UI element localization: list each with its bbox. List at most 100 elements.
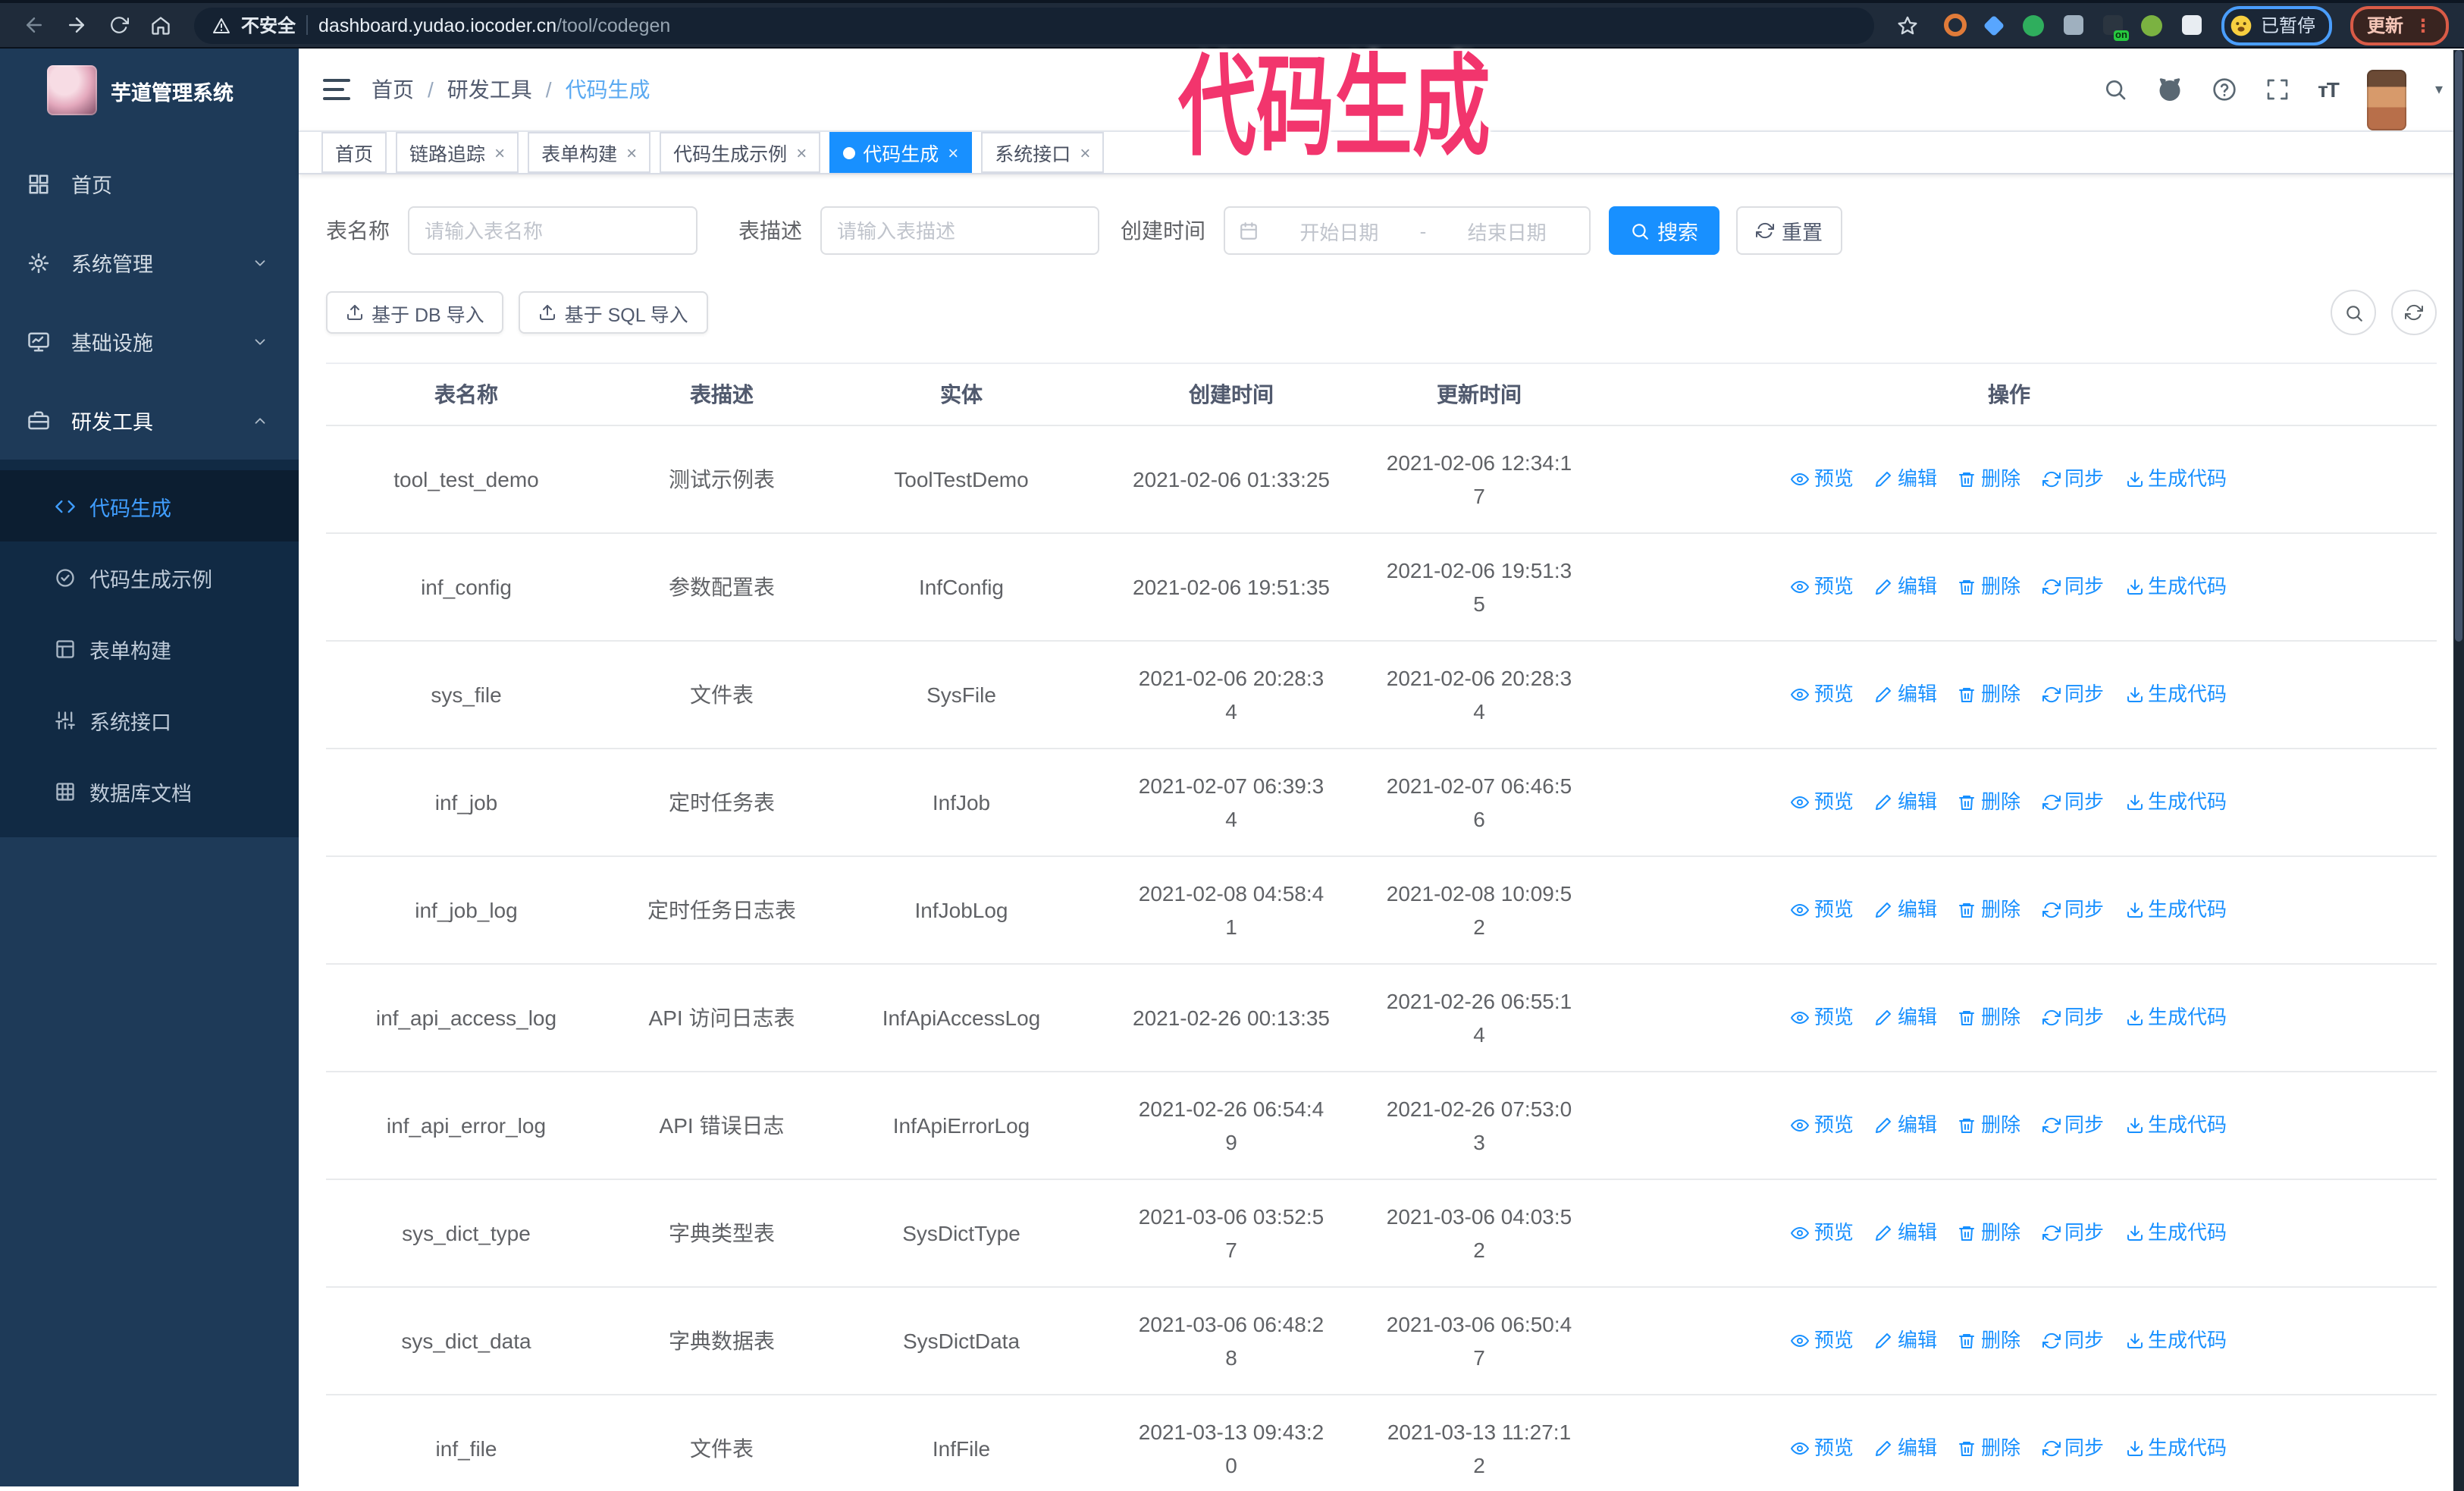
github-icon[interactable] (2155, 76, 2183, 103)
sidebar-item-研发工具[interactable]: 研发工具 (0, 381, 299, 460)
sidebar-subitem-表单构建[interactable]: 表单构建 (0, 613, 299, 684)
tab-close-icon[interactable]: × (796, 142, 807, 163)
sidebar-subitem-代码生成[interactable]: 代码生成 (0, 470, 299, 541)
action-生成代码-link[interactable]: 生成代码 (2125, 1323, 2227, 1357)
sidebar-subitem-数据库文档[interactable]: 数据库文档 (0, 755, 299, 827)
action-预览-link[interactable]: 预览 (1791, 1108, 1854, 1141)
action-预览-link[interactable]: 预览 (1791, 1323, 1854, 1357)
browser-reload-icon[interactable] (100, 7, 136, 43)
date-range-picker[interactable]: 开始日期 - 结束日期 (1224, 206, 1591, 255)
extension-puzzle-icon[interactable] (2180, 14, 2203, 36)
action-删除-link[interactable]: 删除 (1958, 893, 2020, 926)
tab-close-icon[interactable]: × (948, 142, 958, 163)
action-生成代码-link[interactable]: 生成代码 (2125, 785, 2227, 818)
action-预览-link[interactable]: 预览 (1791, 893, 1854, 926)
action-生成代码-link[interactable]: 生成代码 (2125, 893, 2227, 926)
bookmark-star-icon[interactable] (1889, 7, 1926, 43)
action-生成代码-link[interactable]: 生成代码 (2125, 462, 2227, 495)
sidebar-subitem-系统接口[interactable]: 系统接口 (0, 684, 299, 755)
help-icon[interactable] (2212, 77, 2236, 102)
search-button[interactable]: 搜索 (1609, 206, 1719, 255)
action-编辑-link[interactable]: 编辑 (1875, 785, 1937, 818)
action-同步-link[interactable]: 同步 (2042, 1108, 2104, 1141)
action-编辑-link[interactable]: 编辑 (1875, 570, 1937, 603)
tab-链路追踪[interactable]: 链路追踪 × (396, 132, 519, 173)
import-sql-button[interactable]: 基于 SQL 导入 (519, 291, 708, 334)
font-size-icon[interactable]: ᴛT (2318, 77, 2340, 102)
table-name-input[interactable] (408, 206, 698, 255)
action-生成代码-link[interactable]: 生成代码 (2125, 1108, 2227, 1141)
tab-首页[interactable]: 首页 (321, 132, 387, 173)
sidebar-item-首页[interactable]: 首页 (0, 144, 299, 223)
action-删除-link[interactable]: 删除 (1958, 462, 2020, 495)
action-同步-link[interactable]: 同步 (2042, 1323, 2104, 1357)
action-生成代码-link[interactable]: 生成代码 (2125, 1000, 2227, 1034)
extension-orange-ring-icon[interactable] (1943, 14, 1967, 36)
tab-close-icon[interactable]: × (494, 142, 505, 163)
action-编辑-link[interactable]: 编辑 (1875, 1216, 1937, 1249)
action-生成代码-link[interactable]: 生成代码 (2125, 1216, 2227, 1249)
browser-profile-chip[interactable]: 已暂停 (2221, 5, 2332, 45)
action-编辑-link[interactable]: 编辑 (1875, 1000, 1937, 1034)
action-同步-link[interactable]: 同步 (2042, 893, 2104, 926)
browser-forward-icon[interactable] (58, 7, 94, 43)
action-删除-link[interactable]: 删除 (1958, 1323, 2020, 1357)
action-预览-link[interactable]: 预览 (1791, 570, 1854, 603)
action-同步-link[interactable]: 同步 (2042, 462, 2104, 495)
sidebar-logo-row[interactable]: 芋道管理系统 (0, 49, 299, 130)
action-编辑-link[interactable]: 编辑 (1875, 677, 1937, 711)
refresh-table-button[interactable] (2391, 290, 2437, 335)
breadcrumb-devtools[interactable]: 研发工具 (447, 74, 532, 105)
page-scrollbar[interactable] (2453, 50, 2464, 1491)
action-删除-link[interactable]: 删除 (1958, 570, 2020, 603)
show-search-toggle-button[interactable] (2331, 290, 2376, 335)
action-预览-link[interactable]: 预览 (1791, 1000, 1854, 1034)
fullscreen-icon[interactable] (2265, 77, 2289, 102)
action-预览-link[interactable]: 预览 (1791, 1431, 1854, 1464)
browser-menu-dots-icon[interactable]: ⋮ (2414, 14, 2432, 36)
action-编辑-link[interactable]: 编辑 (1875, 1431, 1937, 1464)
extension-green-bot-icon[interactable] (2141, 14, 2164, 36)
action-同步-link[interactable]: 同步 (2042, 785, 2104, 818)
action-预览-link[interactable]: 预览 (1791, 785, 1854, 818)
action-编辑-link[interactable]: 编辑 (1875, 1323, 1937, 1357)
action-同步-link[interactable]: 同步 (2042, 1216, 2104, 1249)
avatar-caret-down-icon[interactable]: ▾ (2435, 81, 2443, 98)
action-删除-link[interactable]: 删除 (1958, 677, 2020, 711)
tab-代码生成示例[interactable]: 代码生成示例 × (660, 132, 821, 173)
sidebar-item-基础设施[interactable]: 基础设施 (0, 302, 299, 381)
header-search-icon[interactable] (2102, 77, 2127, 102)
action-预览-link[interactable]: 预览 (1791, 677, 1854, 711)
action-删除-link[interactable]: 删除 (1958, 1108, 2020, 1141)
action-生成代码-link[interactable]: 生成代码 (2125, 1431, 2227, 1464)
extension-dark-on-icon[interactable]: on (2102, 14, 2129, 41)
action-编辑-link[interactable]: 编辑 (1875, 893, 1937, 926)
action-预览-link[interactable]: 预览 (1791, 1216, 1854, 1249)
action-删除-link[interactable]: 删除 (1958, 1000, 2020, 1034)
action-生成代码-link[interactable]: 生成代码 (2125, 570, 2227, 603)
action-编辑-link[interactable]: 编辑 (1875, 1108, 1937, 1141)
action-同步-link[interactable]: 同步 (2042, 1431, 2104, 1464)
action-预览-link[interactable]: 预览 (1791, 462, 1854, 495)
reset-button[interactable]: 重置 (1736, 206, 1842, 255)
extension-gray-grid-icon[interactable] (2062, 14, 2085, 36)
browser-back-icon[interactable] (15, 7, 52, 43)
collapse-sidebar-icon[interactable] (323, 79, 350, 100)
tab-close-icon[interactable]: × (1080, 142, 1090, 163)
action-编辑-link[interactable]: 编辑 (1875, 462, 1937, 495)
extension-green-check-icon[interactable] (2023, 14, 2045, 36)
tab-系统接口[interactable]: 系统接口 × (981, 132, 1105, 173)
address-bar[interactable]: 不安全 dashboard.yudao.iocoder.cn/tool/code… (194, 7, 1874, 43)
table-desc-input[interactable] (820, 206, 1099, 255)
action-同步-link[interactable]: 同步 (2042, 570, 2104, 603)
action-删除-link[interactable]: 删除 (1958, 1216, 2020, 1249)
user-avatar[interactable] (2366, 70, 2406, 130)
sidebar-subitem-代码生成示例[interactable]: 代码生成示例 (0, 541, 299, 613)
tab-表单构建[interactable]: 表单构建 × (528, 132, 651, 173)
browser-home-icon[interactable] (143, 7, 179, 43)
action-生成代码-link[interactable]: 生成代码 (2125, 677, 2227, 711)
tab-close-icon[interactable]: × (626, 142, 637, 163)
browser-update-button[interactable]: 更新 ⋮ (2350, 5, 2449, 45)
import-db-button[interactable]: 基于 DB 导入 (326, 291, 504, 334)
action-删除-link[interactable]: 删除 (1958, 785, 2020, 818)
